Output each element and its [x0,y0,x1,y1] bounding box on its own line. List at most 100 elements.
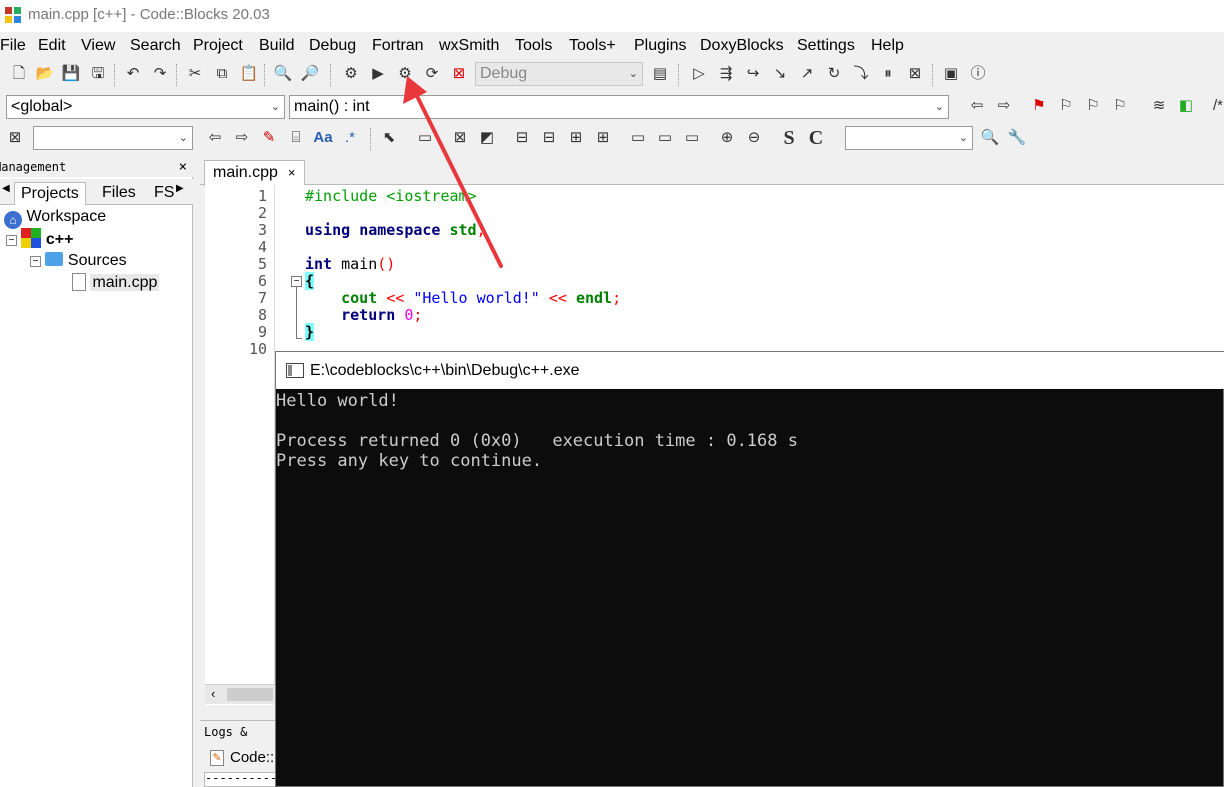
close-icon[interactable]: × [288,165,296,180]
shape-1-icon[interactable]: ▭ [627,127,649,149]
search-select[interactable]: ⌄ [33,126,193,150]
scope-select[interactable]: <global> ⌄ [6,95,285,119]
menu-debug[interactable]: Debug [309,37,356,55]
next-instruction-icon[interactable]: ↻ [823,63,845,85]
open-icon[interactable]: 📂 [34,63,56,85]
tab-projects[interactable]: Projects [14,182,86,205]
doxy-wizard-icon[interactable]: ≋ [1148,95,1170,117]
collapse-icon[interactable]: − [6,235,17,246]
chevron-right-icon[interactable]: ▶ [176,183,184,194]
info-icon[interactable]: ⓘ [967,63,989,85]
copy-icon[interactable]: ⧉ [211,63,233,85]
replace-icon[interactable]: 🔎 [299,63,321,85]
clear-search-icon[interactable]: ⊠ [4,127,26,149]
search-back-icon[interactable]: ⇦ [204,127,226,149]
menu-tools[interactable]: Tools [515,37,552,55]
tree-project[interactable]: − c++ [6,228,74,250]
step-into-instruction-icon[interactable]: ⤵ [850,63,872,85]
new-file-icon[interactable]: 🗋 [8,63,30,85]
cut-icon[interactable]: ✂ [184,63,206,85]
scroll-left-icon[interactable]: ‹ [211,686,215,701]
tree-workspace[interactable]: ⌂ Workspace [4,206,106,229]
run-to-cursor-icon[interactable]: ⇶ [715,63,737,85]
build-icon[interactable]: ⚙ [340,63,362,85]
rebuild-icon[interactable]: ⟳ [421,63,443,85]
symbol-select[interactable]: ⌄ [845,126,973,150]
find-icon[interactable]: 🔍 [272,63,294,85]
tab-codeblocks-log[interactable]: ✎ Code::Blocks [204,745,318,771]
menu-wxsmith[interactable]: wxSmith [439,37,499,55]
menu-plugins[interactable]: Plugins [634,37,686,55]
menu-fortran[interactable]: Fortran [372,37,424,55]
doxy-comment-label[interactable]: /* [1207,95,1224,117]
undo-icon[interactable]: ↶ [122,63,144,85]
search-icon[interactable]: 🔍 [979,127,1001,149]
save-all-icon[interactable]: 🖫 [87,63,109,85]
s-button[interactable]: S [778,127,800,149]
save-icon[interactable]: 💾 [60,63,82,85]
menu-build[interactable]: Build [259,37,295,55]
highlight-icon[interactable]: ✎ [258,127,280,149]
menu-project[interactable]: Project [193,37,243,55]
menu-edit[interactable]: Edit [38,37,66,55]
console-window[interactable]: E:\codeblocks\c++\bin\Debug\c++.exe Hell… [275,351,1224,787]
tree-file-main-cpp[interactable]: main.cpp [72,272,160,294]
menu-settings[interactable]: Settings [797,37,855,55]
function-select[interactable]: main() : int ⌄ [289,95,949,119]
search-forward-icon[interactable]: ⇨ [231,127,253,149]
run-icon[interactable]: ▶ [367,63,389,85]
redo-icon[interactable]: ↷ [149,63,171,85]
jump-back-icon[interactable]: ⇦ [966,95,988,117]
jump-forward-icon[interactable]: ⇨ [993,95,1015,117]
menu-tools-plus[interactable]: Tools+ [569,37,616,55]
menu-doxyblocks[interactable]: DoxyBlocks [700,37,784,55]
debug-continue-icon[interactable]: ▷ [688,63,710,85]
pause-icon[interactable]: ⏸ [877,63,899,85]
fold-collapse-icon[interactable]: − [291,276,302,287]
clear-bookmarks-icon[interactable]: ⚐ [1109,95,1131,117]
prev-bookmark-icon[interactable]: ⚐ [1055,95,1077,117]
abort-icon[interactable]: ⊠ [448,63,470,85]
selected-text-icon[interactable]: ⌸ [285,127,307,149]
menu-search[interactable]: Search [130,37,181,55]
block-3-icon[interactable]: ⊞ [565,127,587,149]
shape-3-icon[interactable]: ▭ [681,127,703,149]
block-2-icon[interactable]: ⊟ [538,127,560,149]
console-title-bar[interactable]: E:\codeblocks\c++\bin\Debug\c++.exe [276,352,1224,389]
zoom-out-icon[interactable]: ⊖ [743,127,765,149]
tree-folder-sources[interactable]: − Sources [30,250,127,272]
shape-2-icon[interactable]: ▭ [654,127,676,149]
build-target-select[interactable]: Debug ⌄ [475,62,643,86]
diagonal-box-icon[interactable]: ◩ [476,127,498,149]
cross-box-icon[interactable]: ⊠ [449,127,471,149]
tab-files[interactable]: Files [96,182,142,205]
select-icon[interactable]: ⬉ [378,127,400,149]
step-into-icon[interactable]: ↘ [769,63,791,85]
zoom-in-icon[interactable]: ⊕ [716,127,738,149]
wrench-icon[interactable]: 🔧 [1006,127,1028,149]
menu-view[interactable]: View [81,37,115,55]
menu-help[interactable]: Help [871,37,904,55]
stop-debugger-icon[interactable]: ⊠ [904,63,926,85]
chevron-left-icon[interactable]: ◀ [2,183,10,194]
show-target-icon[interactable]: ▤ [649,63,671,85]
regex-label[interactable]: .* [339,127,361,149]
step-out-icon[interactable]: ↗ [796,63,818,85]
close-icon[interactable]: × [179,157,187,177]
scroll-thumb[interactable] [227,688,273,701]
block-4-icon[interactable]: ⊞ [592,127,614,149]
horizontal-scrollbar[interactable]: ‹ [205,684,275,704]
paste-icon[interactable]: 📋 [238,63,260,85]
block-1-icon[interactable]: ⊟ [511,127,533,149]
next-bookmark-icon[interactable]: ⚐ [1082,95,1104,117]
build-and-run-icon[interactable]: ⚙ [394,63,416,85]
menu-file[interactable]: File [0,37,26,55]
doxy-extract-icon[interactable]: ◧ [1175,95,1197,117]
collapse-icon[interactable]: − [30,256,41,267]
bookmark-flag-icon[interactable]: ⚑ [1028,95,1050,117]
c-button[interactable]: C [805,127,827,149]
next-line-icon[interactable]: ↪ [742,63,764,85]
match-case-label[interactable]: Aa [312,127,334,149]
console-output[interactable]: Hello world! Process returned 0 (0x0) ex… [276,390,1223,786]
box-icon[interactable]: ▭ [414,127,436,149]
